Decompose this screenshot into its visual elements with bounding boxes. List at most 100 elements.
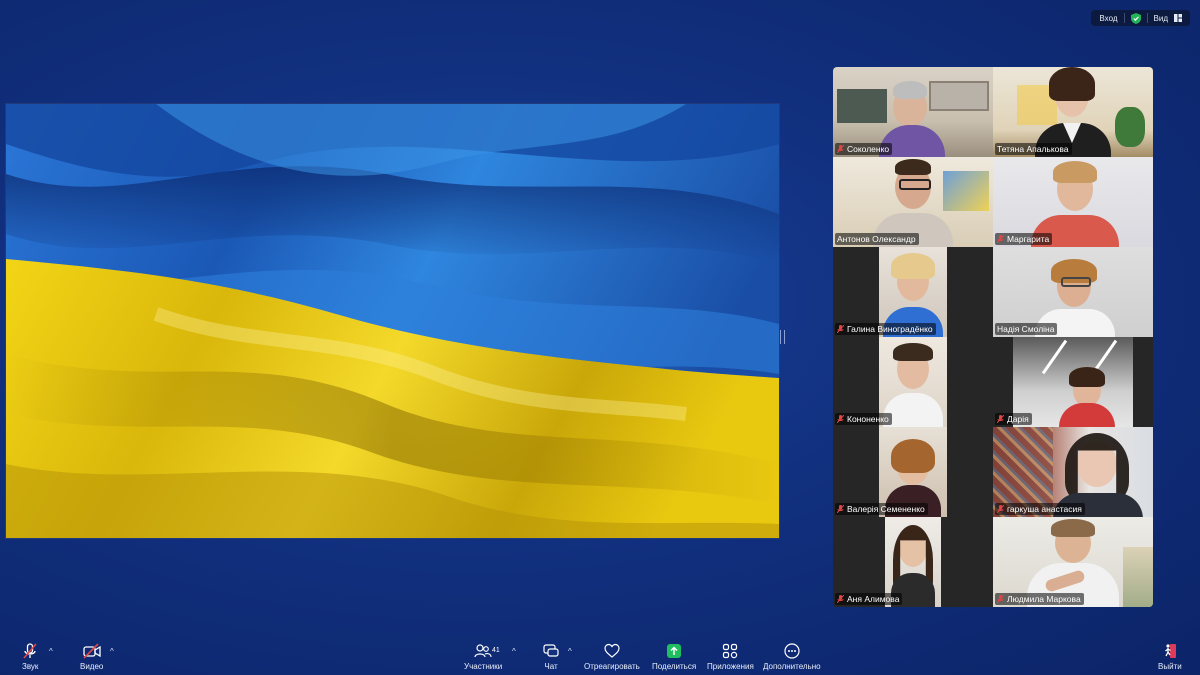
participant-tile[interactable]: Аня Алимова [833, 517, 993, 607]
participant-name: гаркуша анастасия [1007, 504, 1082, 514]
wall-shelf [1123, 547, 1153, 607]
panel-resize-handle[interactable] [780, 330, 785, 344]
leave-button[interactable]: Выйти [1158, 643, 1182, 671]
participant-nameplate: Соколенко [835, 143, 893, 155]
participant-glasses [1061, 277, 1091, 287]
participant-nameplate: Аня Алимова [835, 593, 903, 605]
participant-hair [891, 439, 935, 473]
participant-hair [1053, 161, 1097, 183]
share-screen-icon [667, 644, 682, 658]
mic-muted-icon [997, 415, 1004, 423]
mic-muted-icon [997, 505, 1004, 513]
chat-label: Чат [544, 662, 558, 671]
audio-label: Звук [22, 662, 39, 671]
heart-icon [604, 643, 620, 658]
flag-of-ukraine-icon [6, 104, 779, 538]
chat-button[interactable]: Чат [543, 643, 559, 671]
participant-gallery: Соколенко Тетяна Апалькова Антонов Олекс… [833, 67, 1153, 607]
participant-tile[interactable]: Тетяна Апалькова [993, 67, 1153, 157]
participant-tile[interactable]: гаркуша анастасия [993, 427, 1153, 517]
leave-label: Выйти [1158, 662, 1182, 671]
participant-name: Дарія [1007, 414, 1029, 424]
participant-hair [1051, 519, 1095, 537]
participant-name: Кононенко [847, 414, 889, 424]
more-label: Дополнительно [763, 662, 821, 671]
shared-screen [5, 103, 780, 539]
participant-nameplate: Надія Смоліна [995, 323, 1058, 335]
login-label[interactable]: Вход [1099, 14, 1117, 23]
participant-tile[interactable]: Людмила Маркова [993, 517, 1153, 607]
apps-icon [723, 643, 738, 659]
video-options-caret[interactable]: ^ [110, 647, 114, 656]
mic-muted-icon [837, 145, 844, 153]
mic-muted-icon [837, 325, 844, 333]
chat-options-caret[interactable]: ^ [568, 647, 572, 656]
participant-name: Маргарита [1007, 234, 1050, 244]
participant-nameplate: Валерія Семененко [835, 503, 928, 515]
mic-muted-icon [997, 235, 1004, 243]
participant-nameplate: Дарія [995, 413, 1032, 425]
react-label: Отреагировать [584, 662, 640, 671]
participant-tile[interactable]: Маргарита [993, 157, 1153, 247]
participant-hair [893, 81, 927, 99]
participant-tile[interactable]: Галина Виноградёнко [833, 247, 993, 337]
participant-tile[interactable]: Дарія [993, 337, 1153, 427]
participant-tile[interactable]: Кононенко [833, 337, 993, 427]
camera-off-icon [83, 643, 101, 659]
audio-options-caret[interactable]: ^ [49, 647, 53, 656]
participant-glasses [899, 179, 931, 190]
participant-hair [1069, 367, 1105, 387]
participant-tile[interactable]: Соколенко [833, 67, 993, 157]
participant-name: Людмила Маркова [1007, 594, 1081, 604]
chalkboard [837, 89, 887, 123]
mic-muted-icon [837, 595, 844, 603]
participant-tile[interactable]: Антонов Олександр [833, 157, 993, 247]
share-screen-button[interactable]: Поделиться [652, 643, 696, 671]
chat-icon [543, 644, 559, 657]
plant [1115, 107, 1145, 147]
wall-posters [929, 81, 989, 111]
video-button[interactable]: Видео [80, 643, 103, 671]
participant-nameplate: Людмила Маркова [995, 593, 1084, 605]
participant-name: Надія Смоліна [997, 324, 1055, 334]
separator [1146, 13, 1148, 23]
react-button[interactable]: Отреагировать [584, 643, 640, 671]
participant-hair [893, 343, 933, 361]
wall-mural [943, 171, 989, 211]
participant-nameplate: Кононенко [835, 413, 892, 425]
participants-options-caret[interactable]: ^ [512, 647, 516, 656]
leave-icon [1164, 644, 1176, 658]
participant-nameplate: Галина Виноградёнко [835, 323, 936, 335]
mic-muted-icon [23, 643, 37, 659]
participant-name: Соколенко [847, 144, 890, 154]
participants-label: Участники [464, 662, 503, 671]
participants-count: 41 [492, 647, 500, 654]
participant-hair [895, 159, 931, 175]
separator [1123, 13, 1125, 23]
participants-icon [474, 644, 492, 658]
participant-name: Антонов Олександр [837, 234, 916, 244]
meeting-toolbar: Звук ^ Видео ^ Участники 41 ^ Чат ^ Отре… [0, 639, 1200, 675]
view-label[interactable]: Вид [1154, 14, 1168, 23]
apps-button[interactable]: Приложения [707, 643, 754, 671]
audio-button[interactable]: Звук [22, 643, 38, 671]
participant-name: Галина Виноградёнко [847, 324, 933, 334]
mic-muted-icon [837, 415, 844, 423]
participant-nameplate: гаркуша анастасия [995, 503, 1085, 515]
apps-label: Приложения [707, 662, 754, 671]
mic-muted-icon [837, 505, 844, 513]
participant-name: Аня Алимова [847, 594, 900, 604]
participant-nameplate: Антонов Олександр [835, 233, 919, 245]
participant-tile[interactable]: Надія Смоліна [993, 247, 1153, 337]
view-grid-icon[interactable] [1174, 14, 1182, 22]
mic-muted-icon [997, 595, 1004, 603]
participant-nameplate: Маргарита [995, 233, 1053, 245]
participant-name: Валерія Семененко [847, 504, 925, 514]
participant-tile[interactable]: Валерія Семененко [833, 427, 993, 517]
participant-nameplate: Тетяна Апалькова [995, 143, 1072, 155]
top-status-bar: Вход Вид [1091, 10, 1190, 26]
more-options-icon [784, 643, 800, 659]
security-shield-icon[interactable] [1130, 12, 1141, 24]
participant-hair [1049, 67, 1095, 101]
more-button[interactable]: Дополнительно [763, 643, 821, 671]
